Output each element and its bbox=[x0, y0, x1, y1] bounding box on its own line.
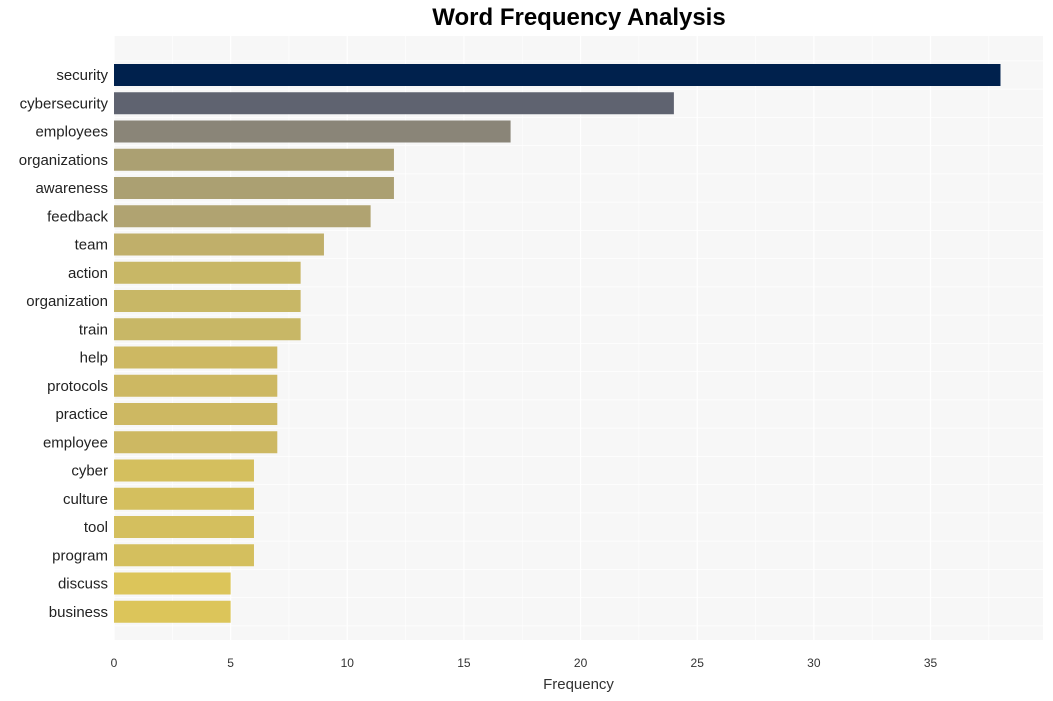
category-label-train: train bbox=[79, 321, 108, 338]
bar-cybersecurity bbox=[114, 92, 674, 115]
category-label-team: team bbox=[75, 237, 108, 254]
x-tick-label: 35 bbox=[924, 656, 938, 670]
category-label-culture: culture bbox=[63, 491, 108, 508]
bar-employee bbox=[114, 431, 278, 454]
category-label-practice: practice bbox=[55, 406, 108, 423]
bar-organization bbox=[114, 290, 301, 312]
bar-awareness bbox=[114, 177, 394, 199]
x-tick-label: 25 bbox=[691, 656, 705, 670]
bar-practice bbox=[114, 403, 278, 425]
bar-discuss bbox=[114, 572, 231, 595]
category-label-organization: organization bbox=[26, 293, 108, 310]
bar-employees bbox=[114, 120, 511, 143]
x-tick-label: 20 bbox=[574, 656, 588, 670]
bar-action bbox=[114, 261, 301, 284]
category-label-cyber: cyber bbox=[71, 463, 108, 480]
bar-protocols bbox=[114, 374, 278, 397]
bar-team bbox=[114, 233, 324, 256]
x-tick-label: 5 bbox=[227, 656, 234, 670]
category-label-action: action bbox=[68, 265, 108, 282]
bar-organizations bbox=[114, 148, 394, 171]
bar-cyber bbox=[114, 459, 254, 482]
bar-tool bbox=[114, 516, 254, 538]
bar-business bbox=[114, 600, 231, 623]
bar-security bbox=[114, 64, 1001, 86]
category-label-organizations: organizations bbox=[19, 152, 108, 169]
x-tick-label: 30 bbox=[807, 656, 821, 670]
bar-chart: security cybersecurity employees organizati… bbox=[19, 36, 1043, 693]
category-label-business: business bbox=[49, 604, 108, 621]
x-tick-labels: 0 5 10 15 20 25 30 35 bbox=[111, 656, 938, 670]
category-label-protocols: protocols bbox=[47, 378, 108, 395]
bar-culture bbox=[114, 487, 254, 510]
category-labels: security cybersecurity employees organizati… bbox=[19, 67, 109, 621]
category-label-security: security bbox=[56, 67, 108, 84]
category-label-cybersecurity: cybersecurity bbox=[20, 95, 109, 112]
category-label-tool: tool bbox=[84, 519, 108, 536]
x-axis-title: Frequency bbox=[543, 676, 614, 693]
bar-help bbox=[114, 346, 278, 369]
x-tick-label: 10 bbox=[341, 656, 355, 670]
bar-program bbox=[114, 544, 254, 567]
x-tick-label: 0 bbox=[111, 656, 118, 670]
category-label-feedback: feedback bbox=[47, 208, 108, 225]
category-label-discuss: discuss bbox=[58, 576, 108, 593]
bar-feedback bbox=[114, 205, 371, 228]
category-label-employee: employee bbox=[43, 434, 108, 451]
bar-train bbox=[114, 318, 301, 341]
category-label-awareness: awareness bbox=[35, 180, 108, 197]
category-label-help: help bbox=[80, 350, 108, 367]
category-label-program: program bbox=[52, 547, 108, 564]
x-tick-label: 15 bbox=[457, 656, 471, 670]
category-label-employees: employees bbox=[35, 124, 108, 141]
